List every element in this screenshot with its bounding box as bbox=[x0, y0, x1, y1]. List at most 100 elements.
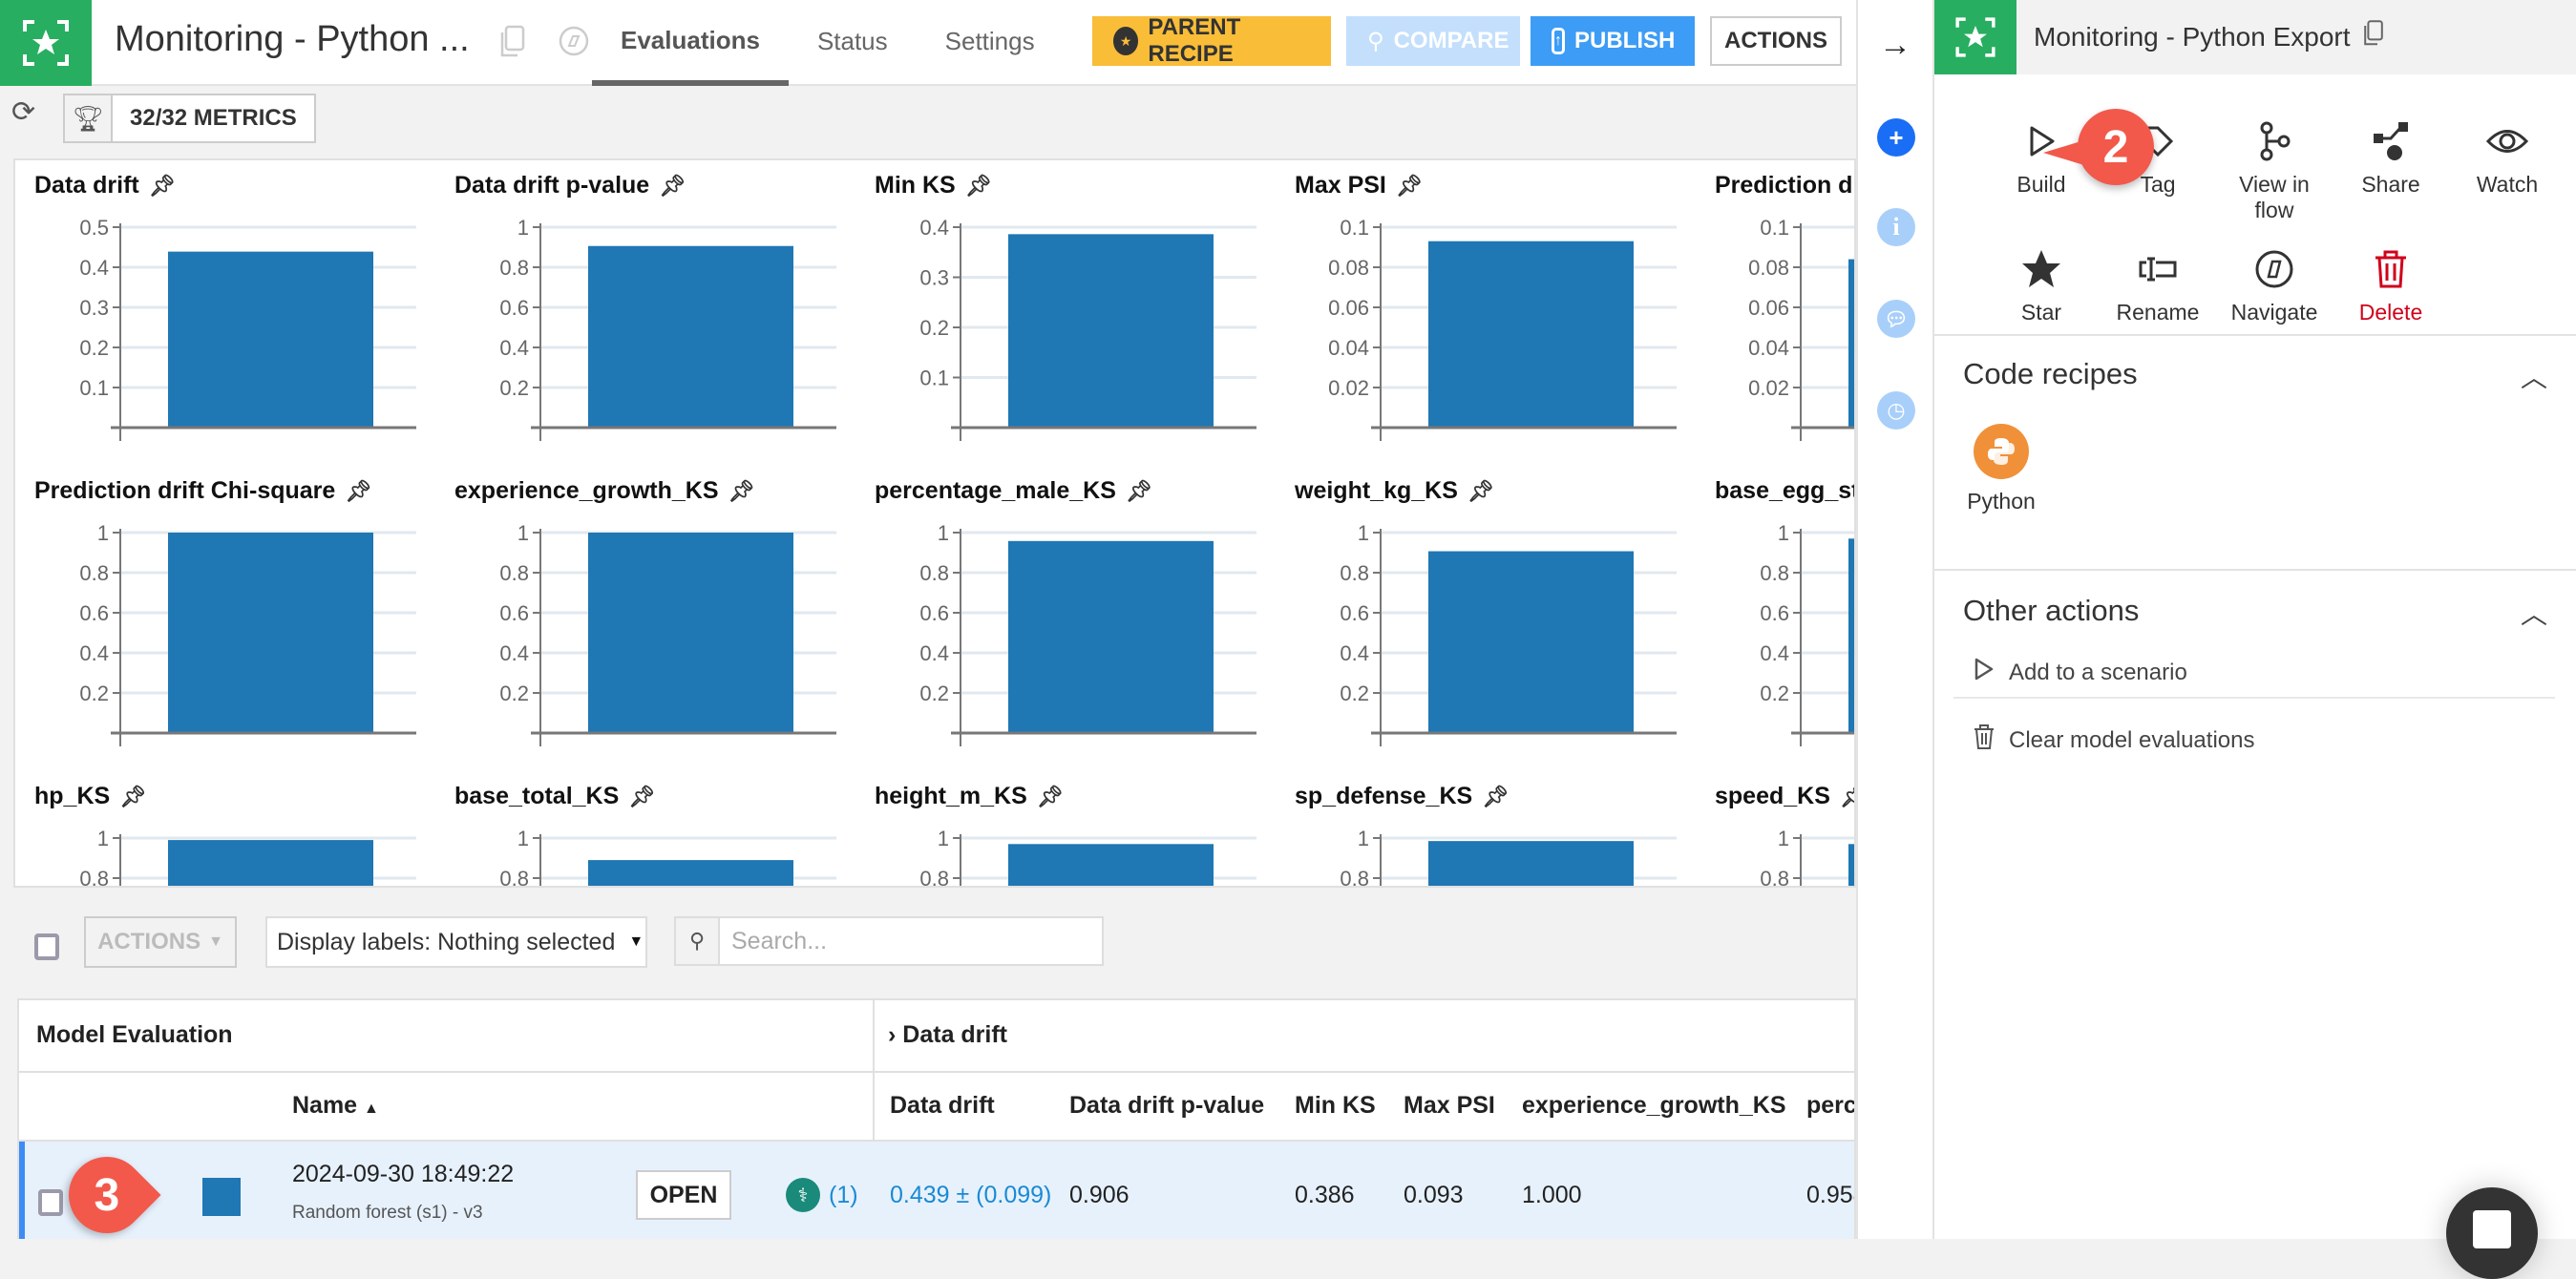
row-checkbox[interactable] bbox=[38, 1189, 63, 1216]
navigate-label: Navigate bbox=[2230, 300, 2318, 325]
bar bbox=[168, 533, 373, 733]
python-recipe-item[interactable]: Python bbox=[1963, 424, 2039, 514]
cell-experience-growth-ks: 1.000 bbox=[1522, 1182, 1582, 1208]
metric-chart: hp_KS 📌︎ 0.8 1 bbox=[15, 771, 435, 886]
pin-icon[interactable]: 📌︎ bbox=[345, 479, 371, 504]
pin-icon[interactable]: 📌︎ bbox=[728, 479, 755, 504]
tab-settings[interactable]: Settings bbox=[917, 0, 1064, 86]
pin-icon[interactable]: 📌︎ bbox=[1037, 785, 1064, 809]
help-chat-button[interactable] bbox=[2446, 1187, 2538, 1279]
bar-chart: 0.81 bbox=[79, 827, 416, 886]
y-tick-label: 0.6 bbox=[919, 601, 949, 625]
table-row[interactable]: 2024-09-30 18:49:22 Random forest (s1) -… bbox=[19, 1142, 1854, 1239]
chart-title-text: experience_growth_KS bbox=[454, 477, 719, 504]
y-tick-label: 0.4 bbox=[499, 641, 529, 665]
metrics-selector-button[interactable]: 🏆︎ 32/32 METRICS bbox=[63, 94, 316, 143]
column-header-perc[interactable]: perc bbox=[1806, 1092, 1854, 1120]
other-actions-title[interactable]: Other actions bbox=[1963, 594, 2139, 628]
pin-icon[interactable]: 📌︎ bbox=[1126, 479, 1152, 504]
build-label: Build bbox=[2016, 172, 2066, 197]
y-tick-label: 1 bbox=[1358, 827, 1369, 850]
pin-icon[interactable]: 📌︎ bbox=[659, 174, 686, 199]
publish-button[interactable]: ↑ PUBLISH bbox=[1531, 16, 1695, 66]
cell-min-ks: 0.386 bbox=[1295, 1182, 1355, 1208]
clear-model-evaluations-action[interactable]: Clear model evaluations bbox=[1973, 723, 2254, 757]
y-tick-label: 0.2 bbox=[919, 316, 949, 340]
select-all-checkbox[interactable] bbox=[34, 933, 59, 960]
y-tick-label: 0.4 bbox=[1760, 641, 1789, 665]
cell-data-drift[interactable]: 0.439 ± (0.099) bbox=[890, 1182, 1051, 1209]
y-tick-label: 0.8 bbox=[1760, 867, 1789, 888]
group-header-model-evaluation: Model Evaluation bbox=[36, 1021, 233, 1048]
column-header-data-drift[interactable]: Data drift bbox=[890, 1092, 995, 1120]
clear-model-evaluations-label: Clear model evaluations bbox=[2009, 726, 2255, 753]
add-icon[interactable]: + bbox=[1877, 118, 1915, 157]
bar bbox=[1848, 259, 1854, 428]
collapse-chevron-up-icon[interactable]: ︿ bbox=[2521, 357, 2547, 395]
y-tick-label: 0.1 bbox=[1340, 216, 1369, 240]
evaluation-name[interactable]: 2024-09-30 18:49:22 bbox=[292, 1161, 514, 1188]
rename-action[interactable]: Rename bbox=[2101, 246, 2215, 325]
display-labels-dropdown[interactable]: Display labels: Nothing selected ▼ bbox=[265, 916, 647, 968]
copy-icon[interactable] bbox=[2362, 19, 2385, 54]
navigate-action[interactable]: Navigate bbox=[2217, 246, 2332, 325]
open-button[interactable]: OPEN bbox=[636, 1170, 731, 1220]
y-tick-label: 0.2 bbox=[1340, 681, 1369, 705]
pin-icon[interactable]: 📌︎ bbox=[119, 785, 146, 809]
delete-action[interactable]: Delete bbox=[2333, 246, 2448, 325]
tab-evaluations[interactable]: Evaluations bbox=[592, 0, 789, 86]
pin-icon[interactable]: 📌︎ bbox=[628, 785, 655, 809]
view-in-flow-action[interactable]: View in flow bbox=[2217, 118, 2332, 223]
y-tick-label: 0.2 bbox=[79, 681, 109, 705]
y-tick-label: 0.8 bbox=[1760, 561, 1789, 585]
column-header-min-ks[interactable]: Min KS bbox=[1295, 1092, 1376, 1120]
refresh-icon[interactable]: ⟳ bbox=[11, 95, 35, 129]
rename-icon bbox=[2101, 246, 2215, 292]
search-input[interactable] bbox=[720, 918, 1102, 964]
watch-action[interactable]: Watch bbox=[2450, 118, 2565, 198]
star-action[interactable]: Star bbox=[1984, 246, 2099, 325]
stethoscope-icon[interactable]: ⚕ bbox=[786, 1178, 820, 1212]
navigate-icon[interactable] bbox=[558, 25, 592, 59]
group-header-data-drift[interactable]: › Data drift bbox=[888, 1021, 1007, 1049]
actions-button[interactable]: ACTIONS bbox=[1710, 16, 1842, 66]
pin-icon[interactable]: 📌︎ bbox=[1396, 174, 1423, 199]
model-evaluation-store-logo[interactable] bbox=[0, 0, 92, 86]
pin-icon[interactable]: 📌︎ bbox=[965, 174, 992, 199]
bar-chart: 0.02 0.04 0.06 0.08 0.1 bbox=[1748, 216, 1854, 441]
y-tick-label: 0.1 bbox=[1760, 216, 1789, 240]
share-action[interactable]: Share bbox=[2333, 118, 2448, 198]
pin-icon[interactable]: 📌︎ bbox=[149, 174, 176, 199]
y-tick-label: 0.3 bbox=[919, 266, 949, 290]
bulk-actions-dropdown[interactable]: ACTIONS ▼ bbox=[84, 916, 237, 968]
discussions-icon[interactable]: 💬︎ bbox=[1877, 300, 1915, 338]
info-icon[interactable]: i bbox=[1877, 208, 1915, 246]
copy-icon[interactable] bbox=[498, 25, 533, 59]
pin-icon[interactable]: 📌︎ bbox=[1840, 785, 1854, 809]
add-to-scenario-action[interactable]: Add to a scenario bbox=[1973, 657, 2187, 688]
pin-icon[interactable]: 📌︎ bbox=[1482, 785, 1509, 809]
metric-chart: percentage_male_KS 📌︎ 0.2 0.4 0.6 0.8 1 bbox=[855, 466, 1276, 771]
checks-count[interactable]: (1) bbox=[829, 1182, 858, 1209]
row-color-swatch bbox=[202, 1178, 241, 1216]
chart-title-text: Data drift bbox=[34, 172, 139, 199]
pin-icon[interactable]: 📌︎ bbox=[1467, 479, 1494, 504]
column-header-data-drift-pvalue[interactable]: Data drift p-value bbox=[1069, 1092, 1264, 1120]
recipe-stars-icon: ★ bbox=[1113, 27, 1139, 55]
tab-status[interactable]: Status bbox=[789, 0, 917, 86]
metric-chart: height_m_KS 📌︎ 0.8 1 bbox=[855, 771, 1276, 886]
column-header-max-psi[interactable]: Max PSI bbox=[1404, 1092, 1495, 1120]
compare-button[interactable]: ⚲ COMPARE bbox=[1346, 16, 1520, 66]
metrics-charts-panel: Data drift 📌︎ 0.1 0.2 0.3 0.4 0.5 Data drift p-… bbox=[13, 158, 1856, 888]
y-tick-label: 1 bbox=[1358, 521, 1369, 545]
timeline-clock-icon[interactable]: ◷ bbox=[1877, 391, 1915, 430]
column-header-name[interactable]: Name ▲ bbox=[292, 1092, 379, 1120]
y-tick-label: 0.08 bbox=[1748, 256, 1789, 280]
parent-recipe-button[interactable]: ★ PARENT RECIPE bbox=[1092, 14, 1331, 67]
code-recipes-title[interactable]: Code recipes bbox=[1963, 357, 2138, 391]
collapse-chevron-up-icon[interactable]: ︿ bbox=[2521, 594, 2547, 632]
column-header-experience-growth-ks[interactable]: experience_growth_KS bbox=[1522, 1092, 1786, 1120]
chart-title: experience_growth_KS 📌︎ bbox=[454, 477, 754, 505]
y-tick-label: 0.6 bbox=[499, 296, 529, 320]
collapse-panel-arrow-icon[interactable]: → bbox=[1879, 27, 1911, 64]
